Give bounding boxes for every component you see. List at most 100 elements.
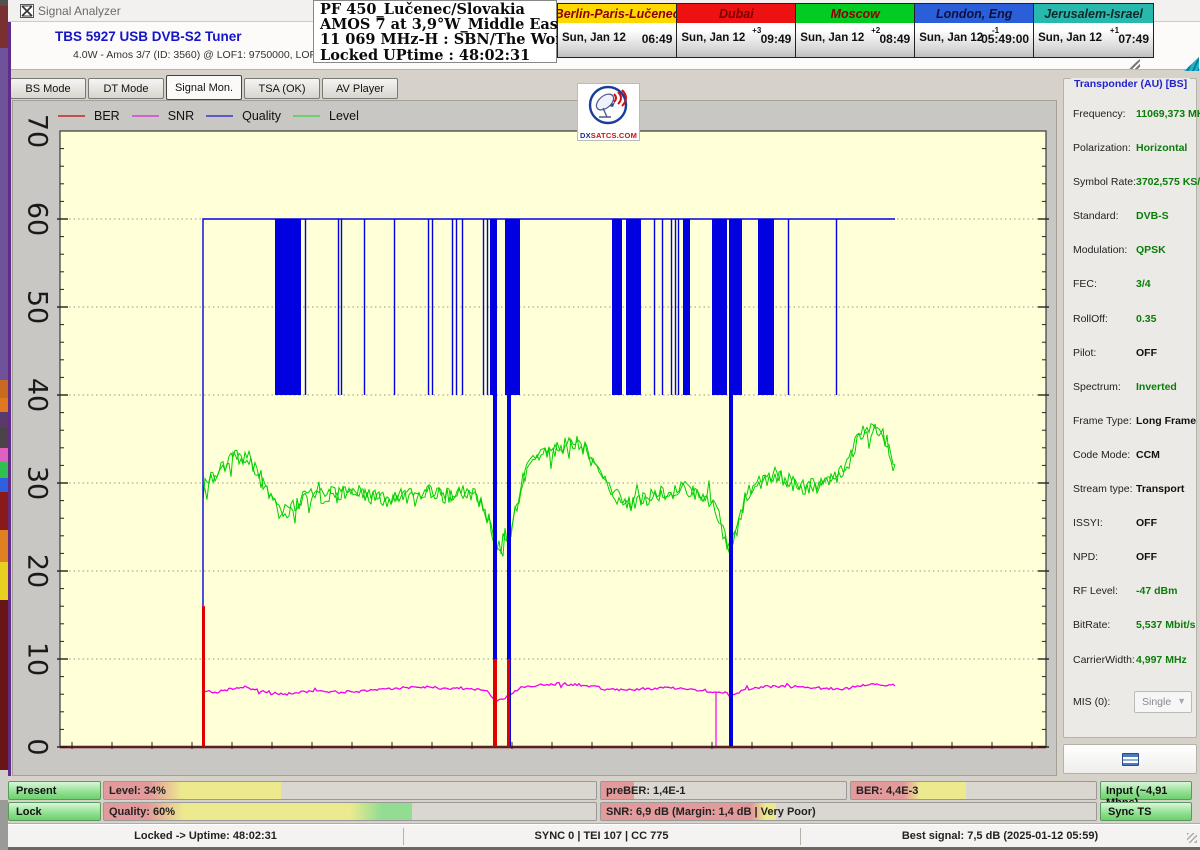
transponder-row-value: 0.35 bbox=[1136, 313, 1156, 325]
progress-label: BER: 4,4E-3 bbox=[856, 785, 918, 797]
clock-city: London, Eng bbox=[915, 4, 1033, 23]
transponder-row-value: CCM bbox=[1136, 449, 1160, 461]
mis-select[interactable]: Single ▼ bbox=[1134, 691, 1192, 713]
legend-item-snr: SNR bbox=[132, 109, 194, 123]
transponder-row: Stream type:Transport bbox=[1064, 474, 1196, 508]
tab-av-player[interactable]: AV Player bbox=[322, 78, 398, 99]
transponder-row: Pilot: OFF bbox=[1064, 338, 1196, 372]
transponder-row-label: Frame Type: bbox=[1073, 415, 1132, 427]
transponder-row-value: OFF bbox=[1136, 347, 1157, 359]
transponder-row-label: Pilot: bbox=[1073, 347, 1096, 359]
transponder-row: Code Mode: CCM bbox=[1064, 440, 1196, 474]
quality-progressbar: Quality: 60% bbox=[103, 802, 597, 821]
transponder-row: RollOff:0.35 bbox=[1064, 304, 1196, 338]
transponder-row-label: Modulation: bbox=[1073, 244, 1127, 256]
stream-tool-button[interactable] bbox=[1063, 744, 1197, 774]
note-line: PF 450_Lučenec/Slovakia bbox=[320, 2, 556, 17]
window-title: Signal Analyzer bbox=[38, 4, 121, 18]
progress-label: Level: 34% bbox=[109, 785, 166, 797]
strip-segment bbox=[0, 478, 8, 492]
transponder-row-label: Spectrum: bbox=[1073, 381, 1121, 393]
transponder-row-label: CarrierWidth: bbox=[1073, 654, 1135, 666]
preber-progressbar: preBER: 1,4E-1 bbox=[600, 781, 847, 800]
legend-line-sample bbox=[58, 115, 85, 117]
transponder-row: Frequency:11069,373 MHz bbox=[1064, 99, 1196, 133]
clock-berlin-paris-lu-enec: Berlin-Paris-LučenecSun, Jan 1206:49 bbox=[558, 4, 677, 57]
transponder-row-value: Transport bbox=[1136, 483, 1184, 495]
tuner-name: TBS 5927 USB DVB-S2 Tuner bbox=[55, 29, 242, 44]
legend-label: Quality bbox=[242, 109, 281, 123]
transponder-row-label: ISSYI: bbox=[1073, 517, 1103, 529]
clock-body: Sun, Jan 12+208:49 bbox=[796, 23, 914, 57]
strip-segment bbox=[0, 770, 8, 800]
legend-line-sample bbox=[293, 115, 320, 117]
transponder-row-label: FEC: bbox=[1073, 278, 1097, 290]
resize-grip-icon[interactable] bbox=[1187, 833, 1197, 843]
transponder-rows: Frequency:11069,373 MHz Polarization: Hori… bbox=[1064, 99, 1196, 679]
progress-label: SNR: 6,9 dB (Margin: 1,4 dB | Very Poor) bbox=[606, 806, 816, 818]
strip-segment bbox=[0, 600, 8, 770]
clock-jerusalem-israel: Jerusalem-IsraelSun, Jan 12+107:49 bbox=[1034, 4, 1153, 57]
window-left-border bbox=[8, 22, 11, 776]
transponder-row-label: Code Mode: bbox=[1073, 449, 1130, 461]
transponder-row: Modulation: QPSK bbox=[1064, 235, 1196, 269]
strip-segment bbox=[0, 492, 8, 530]
clock-body: Sun, Jan 12+309:49 bbox=[677, 23, 795, 57]
signal-chart-panel: BER SNR Quality Level bbox=[12, 100, 1057, 776]
transponder-row: ISSYI: OFF bbox=[1064, 508, 1196, 542]
transponder-row: Symbol Rate:3702,575 KS/s bbox=[1064, 167, 1196, 201]
legend-label: BER bbox=[94, 109, 120, 123]
clock-date: Sun, Jan 12 bbox=[681, 32, 745, 44]
transponder-row-value: OFF bbox=[1136, 517, 1157, 529]
clock-time: 09:49 bbox=[761, 32, 792, 46]
transponder-row-label: Stream type: bbox=[1073, 483, 1133, 495]
tab-signal-mon-[interactable]: Signal Mon. bbox=[166, 75, 242, 100]
mis-row: MIS (0): Single ▼ bbox=[1064, 691, 1196, 715]
strip-segment bbox=[0, 428, 8, 448]
transponder-row-value: 3/4 bbox=[1136, 278, 1151, 290]
transponder-row: Frame Type:Long Frame bbox=[1064, 406, 1196, 440]
clock-city: Berlin-Paris-Lučenec bbox=[558, 4, 676, 23]
mis-label: MIS (0): bbox=[1073, 696, 1110, 708]
strip-segment bbox=[0, 462, 8, 478]
strip-segment bbox=[0, 6, 8, 48]
strip-segment bbox=[0, 562, 8, 600]
transponder-panel: Transponder (AU) [BS] Frequency:11069,37… bbox=[1063, 78, 1197, 738]
tab-dt-mode[interactable]: DT Mode bbox=[88, 78, 164, 99]
transponder-row-label: BitRate: bbox=[1073, 619, 1110, 631]
transponder-row-value: Horizontal bbox=[1136, 142, 1187, 154]
background-window-strip bbox=[0, 0, 8, 850]
clock-moscow: MoscowSun, Jan 12+208:49 bbox=[796, 4, 915, 57]
legend-line-sample bbox=[206, 115, 233, 117]
transponder-row-value: 4,997 MHz bbox=[1136, 654, 1187, 666]
satellite-dish-icon bbox=[587, 84, 631, 128]
progress-label: Quality: 60% bbox=[109, 806, 175, 818]
world-clocks: Berlin-Paris-LučenecSun, Jan 1206:49Duba… bbox=[557, 3, 1154, 58]
chevron-down-icon: ▼ bbox=[1177, 696, 1186, 706]
transponder-row: Spectrum:Inverted bbox=[1064, 372, 1196, 406]
tab-tsa-ok-[interactable]: TSA (OK) bbox=[244, 78, 320, 99]
strip-segment bbox=[0, 398, 8, 412]
lock-badge: Lock bbox=[8, 802, 101, 821]
transponder-title: Transponder (AU) [BS] bbox=[1071, 78, 1190, 90]
legend-item-level: Level bbox=[293, 109, 359, 123]
note-line: Locked UPtime : 48:02:31 bbox=[320, 48, 556, 63]
legend-label: SNR bbox=[168, 109, 194, 123]
transponder-row: NPD:OFF bbox=[1064, 542, 1196, 576]
statusbar-uptime: Locked -> Uptime: 48:02:31 bbox=[8, 830, 403, 842]
transponder-row: BitRate:5,537 Mbit/s bbox=[1064, 610, 1196, 644]
clock-city: Moscow bbox=[796, 4, 914, 23]
strip-segment bbox=[0, 380, 8, 398]
transponder-row-label: Polarization: bbox=[1073, 142, 1131, 154]
tab-bs-mode[interactable]: BS Mode bbox=[10, 78, 86, 99]
transponder-row-value: 3702,575 KS/s bbox=[1136, 176, 1200, 188]
dxsatcs-logo: DXSATCS.COM bbox=[577, 83, 640, 141]
transponder-row-value: QPSK bbox=[1136, 244, 1166, 256]
transponder-row-label: Symbol Rate: bbox=[1073, 176, 1136, 188]
clock-city: Jerusalem-Israel bbox=[1034, 4, 1153, 23]
input-badge: Input (~4,91 Mbps) bbox=[1100, 781, 1192, 800]
chart-legend: BER SNR Quality Level bbox=[58, 109, 359, 123]
clock-city: Dubai bbox=[677, 4, 795, 23]
snr-progressbar: SNR: 6,9 dB (Margin: 1,4 dB | Very Poor) bbox=[600, 802, 1097, 821]
sync-ts-badge: Sync TS bbox=[1100, 802, 1192, 821]
